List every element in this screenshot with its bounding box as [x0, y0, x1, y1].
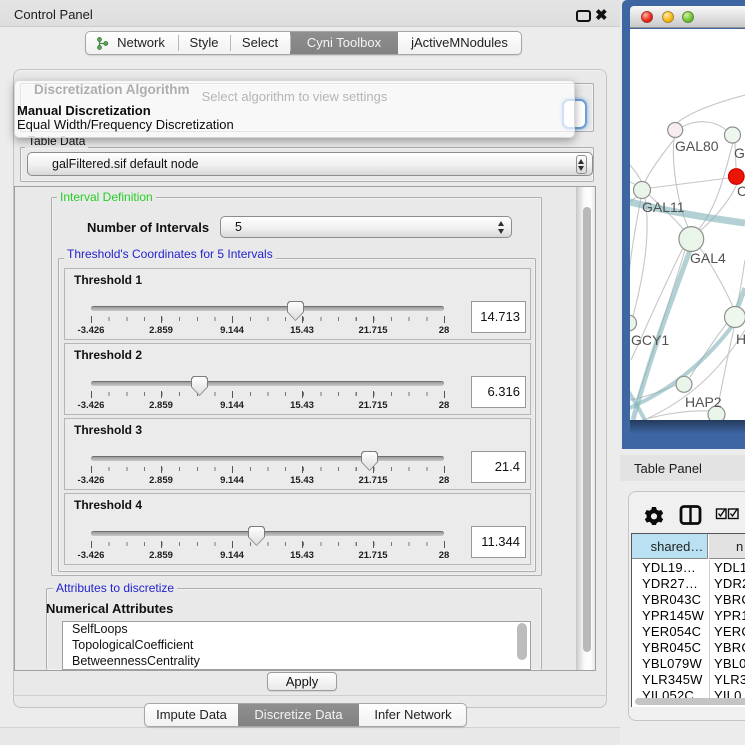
svg-text:C: C	[737, 183, 745, 199]
svg-text:GAL11: GAL11	[642, 199, 685, 215]
svg-text:GAL80: GAL80	[675, 138, 719, 154]
svg-text:H: H	[736, 331, 745, 347]
svg-text:GA: GA	[734, 145, 745, 161]
svg-text:HAP2: HAP2	[685, 394, 722, 410]
svg-text:GAL4: GAL4	[690, 250, 726, 266]
svg-text:GCY1: GCY1	[631, 332, 669, 348]
